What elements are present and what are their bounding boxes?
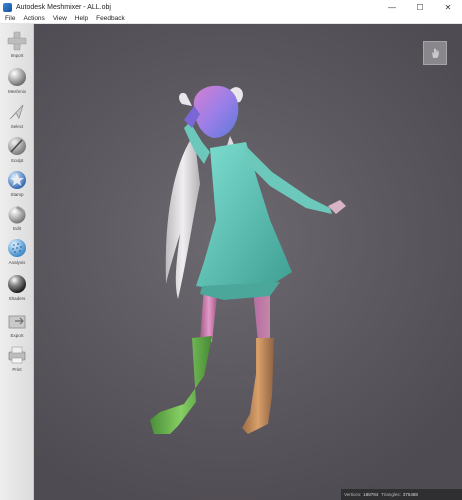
tool-analysis-label: Analysis: [8, 260, 26, 265]
menu-view[interactable]: View: [53, 15, 67, 22]
close-button[interactable]: ✕: [434, 0, 462, 14]
menu-help[interactable]: Help: [75, 15, 88, 22]
menu-file[interactable]: File: [5, 15, 15, 22]
menu-bar: File Actions View Help Feedback: [0, 14, 462, 24]
minimize-icon: —: [388, 2, 396, 12]
minimize-button[interactable]: —: [378, 0, 406, 14]
right-boot: [242, 338, 274, 434]
dress: [196, 142, 292, 290]
vertices-label: Vertices:: [344, 492, 362, 497]
3d-viewport[interactable]: [34, 24, 462, 500]
character-model[interactable]: [34, 24, 462, 500]
hair-left-tail: [165, 134, 200, 299]
brush-icon: [8, 137, 26, 155]
tool-import-label: Import: [10, 53, 24, 58]
stamp-icon: [8, 171, 26, 189]
meshmixer-logo-icon: [3, 2, 12, 12]
tool-stamp-label: Stamp: [10, 192, 24, 197]
tool-analysis-button[interactable]: Analysis: [0, 237, 34, 271]
window-title: Autodesk Meshmixer - ALL.obj: [16, 3, 111, 11]
tool-print-label: Print: [12, 367, 22, 372]
triangles-label: Triangles:: [381, 492, 401, 497]
title-bar: Autodesk Meshmixer - ALL.obj — ☐ ✕: [0, 0, 462, 14]
tool-export-label: Export: [10, 333, 24, 338]
export-icon: [8, 315, 26, 329]
sphere-icon: [8, 68, 26, 86]
tool-import-button[interactable]: Import: [0, 30, 34, 64]
printer-icon: [8, 346, 26, 364]
tool-sculpt-label: Sculpt: [10, 158, 24, 163]
tool-meshmix-button[interactable]: Meshmix: [0, 66, 34, 100]
menu-actions[interactable]: Actions: [23, 15, 44, 22]
analysis-icon: [8, 239, 26, 257]
head: [193, 85, 239, 138]
tool-shaders-button[interactable]: Shaders: [0, 273, 34, 307]
select-arrow-icon: [9, 104, 24, 120]
left-boot: [150, 336, 212, 434]
tool-stamp-button[interactable]: Stamp: [0, 169, 34, 203]
close-icon: ✕: [444, 2, 452, 12]
menu-feedback[interactable]: Feedback: [96, 15, 125, 22]
tool-edit-button[interactable]: Edit: [0, 203, 34, 237]
tool-sculpt-button[interactable]: Sculpt: [0, 135, 34, 169]
maximize-button[interactable]: ☐: [406, 0, 434, 14]
tool-select-button[interactable]: Select: [0, 101, 34, 135]
tool-select-label: Select: [10, 124, 24, 129]
status-bar: Vertices: 188794 Triangles: 375488: [341, 489, 462, 500]
tool-meshmix-label: Meshmix: [7, 89, 26, 94]
triangles-count: 375488: [402, 492, 418, 497]
vertices-count: 188794: [363, 492, 379, 497]
plus-icon: [7, 31, 27, 51]
tool-palette: Import Meshmix Select Sculpt Stamp Edit …: [0, 24, 34, 500]
edit-icon: [8, 206, 26, 224]
tool-export-button[interactable]: Export: [0, 310, 34, 344]
maximize-icon: ☐: [416, 2, 424, 12]
tool-edit-label: Edit: [13, 226, 21, 231]
shader-ball-icon: [8, 275, 26, 293]
hair-ribbon-left: [179, 92, 192, 106]
tool-print-button[interactable]: Print: [0, 344, 34, 378]
tool-shaders-label: Shaders: [8, 296, 26, 301]
